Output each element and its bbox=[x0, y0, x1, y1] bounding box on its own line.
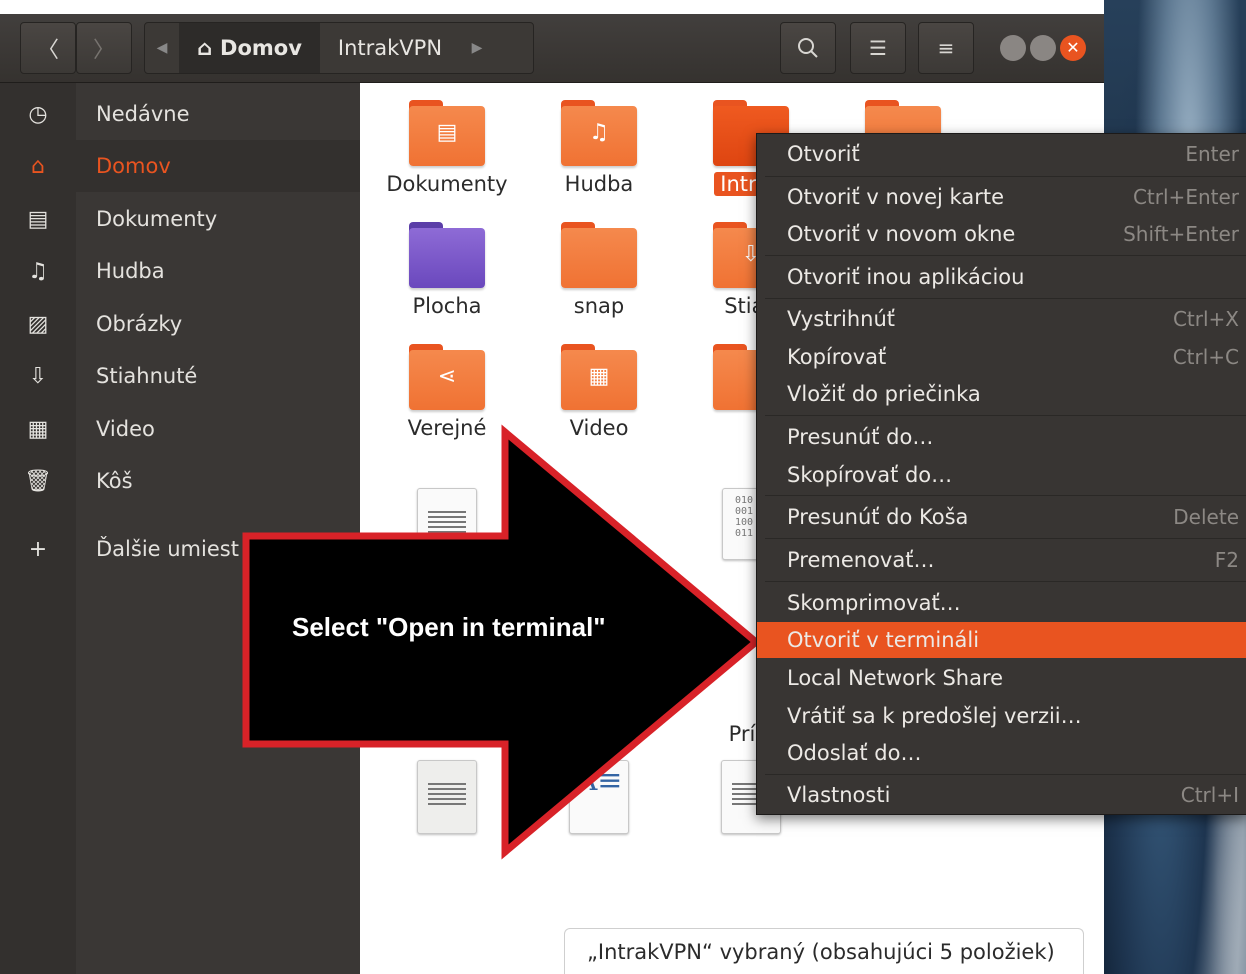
menu-item-compress[interactable]: Skomprimovať… bbox=[757, 585, 1246, 621]
sidebar-item-trash[interactable]: 🗑 Kôš bbox=[0, 455, 360, 507]
annotation-text: Select "Open in terminal" bbox=[292, 612, 606, 642]
menu-item-move-to-trash[interactable]: Presunúť do Koša Delete bbox=[757, 499, 1246, 535]
file-item[interactable] bbox=[377, 760, 517, 834]
menu-separator bbox=[765, 298, 1246, 299]
file-item[interactable]: ▤ Dokumenty bbox=[377, 100, 517, 196]
breadcrumb-intrakvpn[interactable]: IntrakVPN bbox=[320, 23, 460, 73]
menu-item-rename[interactable]: Premenovať… F2 bbox=[757, 542, 1246, 578]
menu-item-copy[interactable]: Kopírovať Ctrl+C bbox=[757, 339, 1246, 375]
menu-separator bbox=[765, 415, 1246, 416]
menu-item-local-network-share[interactable]: Local Network Share bbox=[757, 660, 1246, 696]
menu-separator bbox=[765, 538, 1246, 539]
menu-item-move-to[interactable]: Presunúť do… bbox=[757, 419, 1246, 455]
sidebar-item-music[interactable]: ♫ Hudba bbox=[0, 245, 360, 297]
sidebar-item-recent[interactable]: ◷ Nedávne bbox=[0, 88, 360, 140]
chevron-left-icon: 〈 bbox=[36, 38, 59, 63]
menu-separator bbox=[765, 176, 1246, 177]
file-item[interactable]: ⋖ Verejné bbox=[377, 344, 517, 440]
forward-button[interactable]: 〉 bbox=[76, 22, 132, 74]
menu-separator bbox=[765, 495, 1246, 496]
menu-item-cut[interactable]: Vystrihnúť Ctrl+X bbox=[757, 301, 1246, 337]
menu-item-open-in-terminal[interactable]: Otvoriť v termináli bbox=[757, 622, 1246, 658]
menu-separator bbox=[765, 255, 1246, 256]
search-icon bbox=[798, 38, 818, 58]
trash-icon: 🗑 bbox=[24, 468, 52, 494]
sidebar-item-videos[interactable]: ▦ Video bbox=[0, 403, 360, 455]
menu-button[interactable]: ≡ bbox=[918, 22, 974, 74]
folder-icon bbox=[561, 222, 637, 288]
menu-item-properties[interactable]: Vlastnosti Ctrl+I bbox=[757, 777, 1246, 813]
list-view-icon: ☰ bbox=[869, 36, 887, 60]
text-file-icon bbox=[417, 488, 477, 562]
video-folder-icon: ▦ bbox=[561, 344, 637, 410]
home-icon: ⌂ bbox=[197, 36, 213, 60]
font-file-icon: A≡ bbox=[569, 760, 629, 834]
back-button[interactable]: 〈 bbox=[20, 22, 76, 74]
breadcrumb-home[interactable]: ⌂ Domov bbox=[179, 23, 320, 73]
context-menu: Otvoriť Enter Otvoriť v novej karte Ctrl… bbox=[756, 133, 1246, 815]
menu-item-revert-previous-version[interactable]: Vrátiť sa k predošlej verzii… bbox=[757, 698, 1246, 734]
menu-separator bbox=[765, 774, 1246, 775]
sidebar-item-home[interactable]: ⌂ Domov bbox=[0, 140, 360, 192]
menu-item-paste-into-folder[interactable]: Vložiť do priečinka bbox=[757, 376, 1246, 412]
file-item[interactable]: ▦ Video bbox=[529, 344, 669, 440]
sidebar-item-pictures[interactable]: ▨ Obrázky bbox=[0, 298, 360, 350]
search-button[interactable] bbox=[780, 22, 836, 74]
menu-separator bbox=[765, 581, 1246, 582]
header-bar: 〈 〉 ◀ ⌂ Domov IntrakVPN ▶ ☰ ≡ ✕ bbox=[0, 14, 1104, 83]
desktop-folder-icon bbox=[409, 222, 485, 288]
home-icon: ⌂ bbox=[31, 153, 45, 179]
breadcrumb-scroll-right[interactable]: ▶ bbox=[460, 23, 494, 73]
file-item[interactable] bbox=[377, 488, 517, 562]
file-item[interactable]: snap bbox=[529, 222, 669, 318]
menu-item-open-new-window[interactable]: Otvoriť v novom okne Shift+Enter bbox=[757, 216, 1246, 252]
clock-icon: ◷ bbox=[28, 101, 48, 127]
sidebar-item-downloads[interactable]: ⇩ Stiahnuté bbox=[0, 350, 360, 402]
minimize-button[interactable] bbox=[1000, 35, 1026, 61]
breadcrumb-scroll-left[interactable]: ◀ bbox=[145, 23, 179, 73]
document-icon: ▤ bbox=[27, 206, 49, 232]
menu-item-open[interactable]: Otvoriť Enter bbox=[757, 136, 1246, 172]
share-folder-icon: ⋖ bbox=[409, 344, 485, 410]
plus-icon: + bbox=[28, 536, 48, 562]
file-item[interactable]: Plocha bbox=[377, 222, 517, 318]
sidebar-item-other-locations[interactable]: + Ďalšie umiest bbox=[0, 523, 360, 575]
file-item[interactable]: A≡ bbox=[529, 760, 669, 834]
menu-item-send-to[interactable]: Odoslať do… bbox=[757, 735, 1246, 771]
maximize-button[interactable] bbox=[1030, 35, 1056, 61]
picture-icon: ▨ bbox=[27, 311, 49, 337]
breadcrumb: ◀ ⌂ Domov IntrakVPN ▶ bbox=[144, 22, 534, 74]
menu-item-open-with[interactable]: Otvoriť inou aplikáciou bbox=[757, 259, 1246, 295]
hamburger-icon: ≡ bbox=[937, 36, 955, 60]
close-button[interactable]: ✕ bbox=[1060, 35, 1086, 61]
folder-icon: ▤ bbox=[409, 100, 485, 166]
status-bar: „IntrakVPN“ vybraný (obsahujúci 5 položi… bbox=[564, 928, 1084, 974]
menu-item-copy-to[interactable]: Skopírovať do… bbox=[757, 457, 1246, 493]
download-icon: ⇩ bbox=[28, 363, 48, 389]
menu-item-open-new-tab[interactable]: Otvoriť v novej karte Ctrl+Enter bbox=[757, 179, 1246, 215]
sidebar-item-documents[interactable]: ▤ Dokumenty bbox=[0, 193, 360, 245]
file-item[interactable]: ♫ Hudba bbox=[529, 100, 669, 196]
music-icon: ♫ bbox=[28, 258, 48, 284]
text-file-icon bbox=[417, 760, 477, 834]
folder-icon: ♫ bbox=[561, 100, 637, 166]
view-toggle-button[interactable]: ☰ bbox=[850, 22, 906, 74]
chevron-right-icon: 〉 bbox=[92, 38, 115, 63]
film-icon: ▦ bbox=[27, 416, 49, 442]
close-icon: ✕ bbox=[1066, 38, 1080, 57]
